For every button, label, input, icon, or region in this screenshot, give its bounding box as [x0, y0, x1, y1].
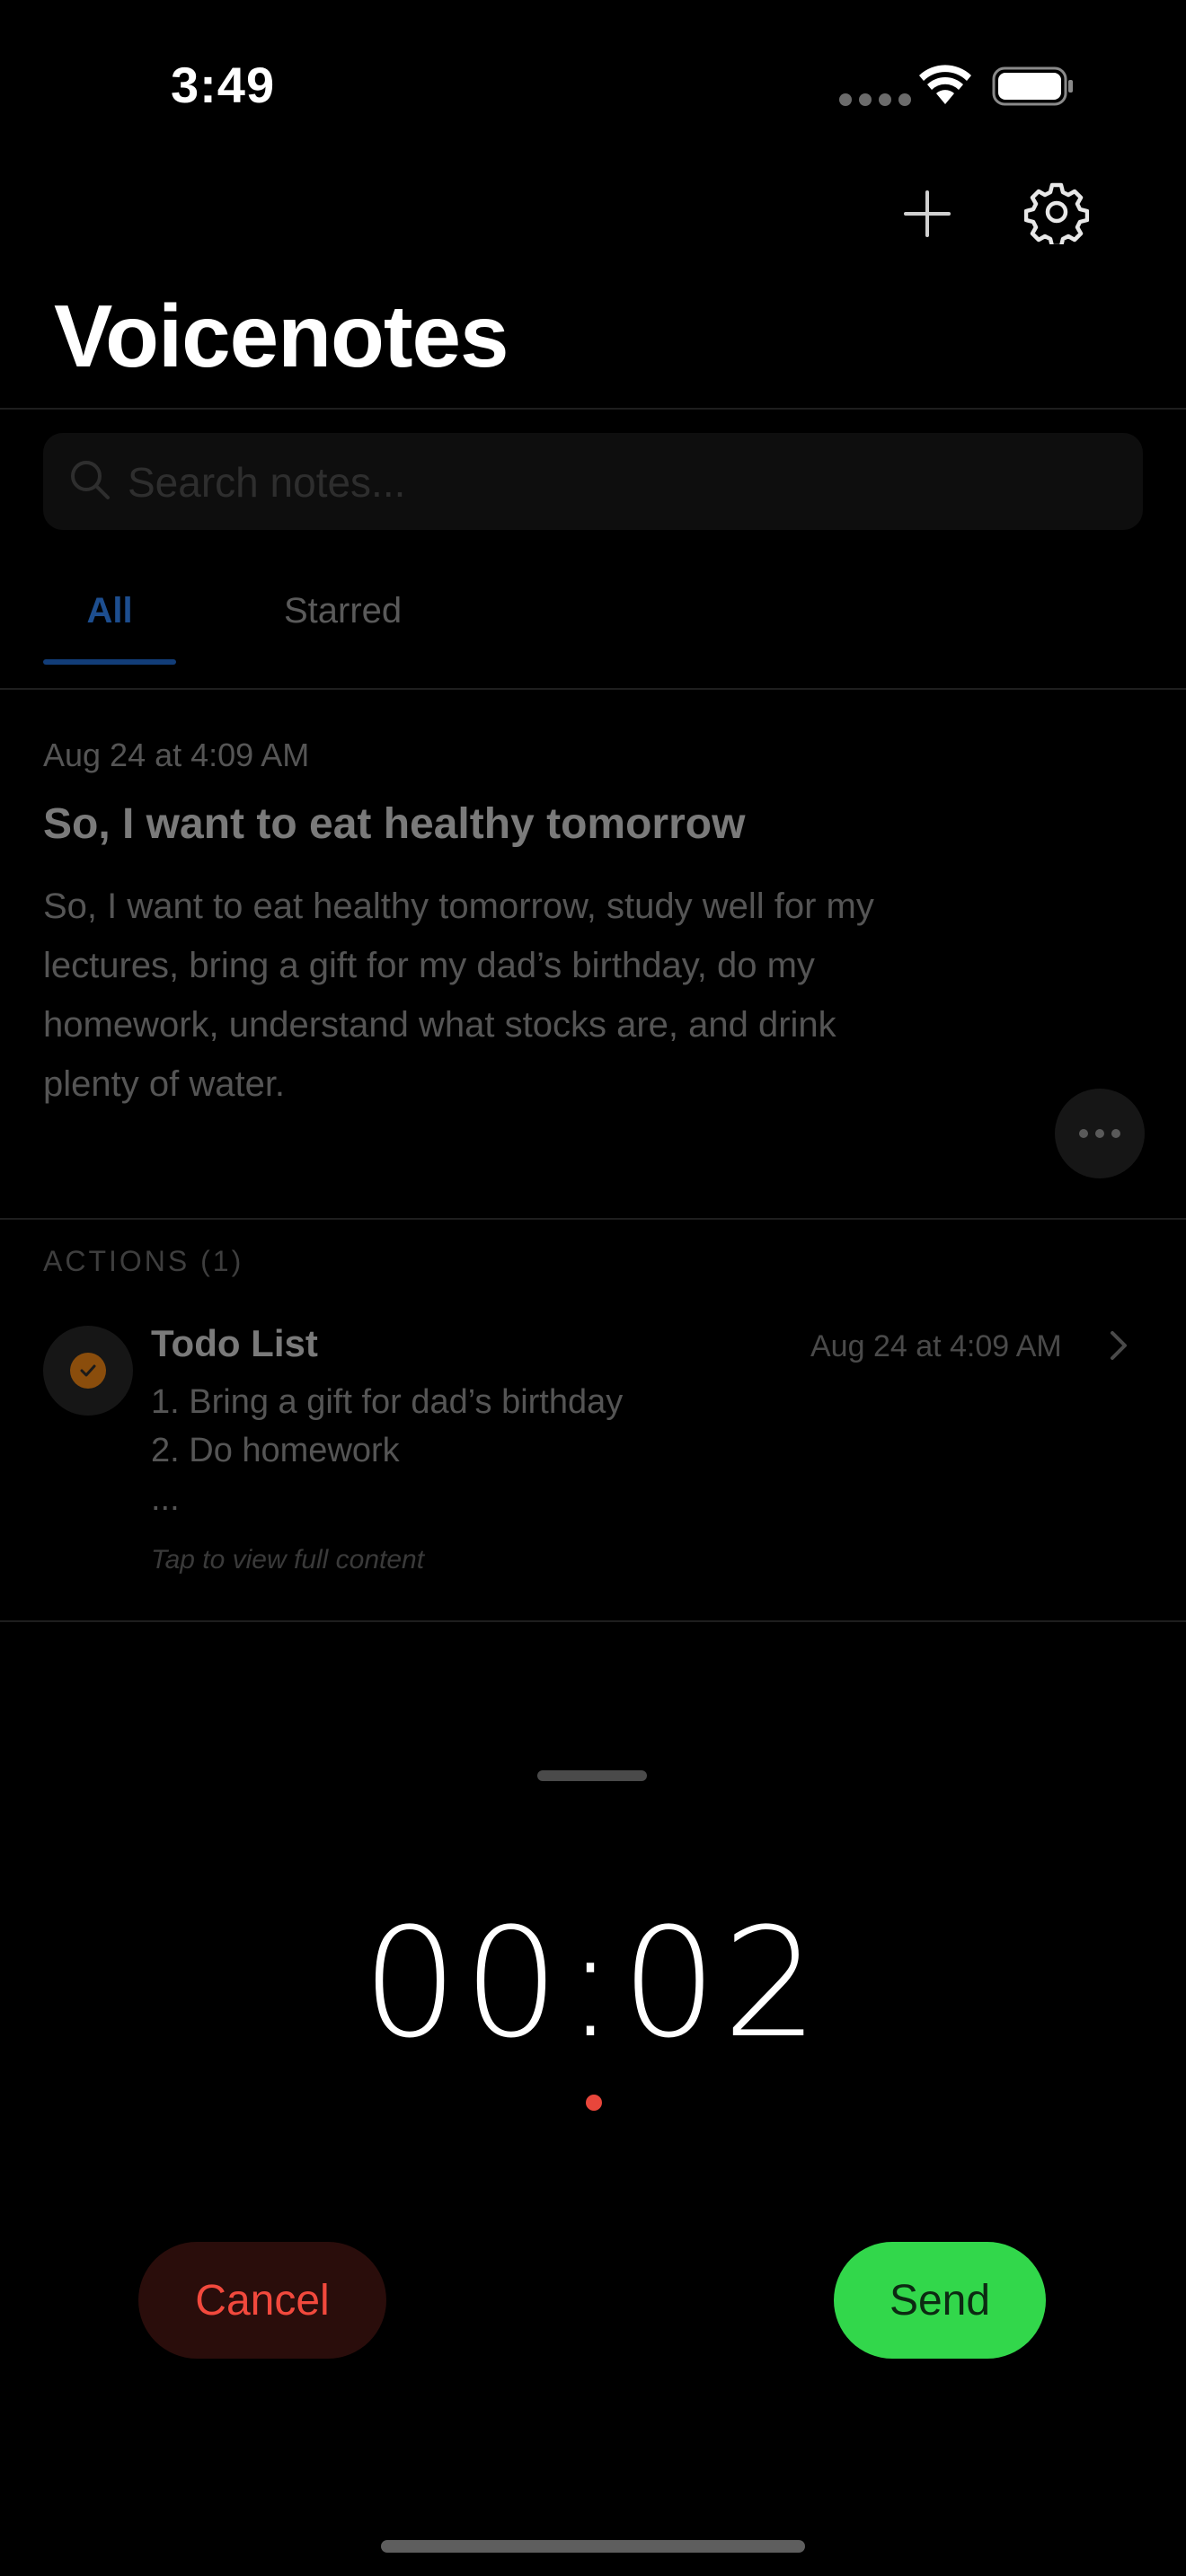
- search-input[interactable]: [126, 446, 1118, 519]
- note-body-line: plenty of water.: [43, 1064, 286, 1104]
- recording-indicator: [586, 2095, 602, 2111]
- note-body-line: lectures, bring a gift for my dad’s birt…: [43, 946, 815, 985]
- header-divider: [0, 408, 1186, 410]
- action-title: Todo List: [151, 1322, 318, 1364]
- actions-divider: [0, 1218, 1186, 1220]
- status-time: 3:49: [171, 57, 276, 113]
- page-title: Voicenotes: [54, 287, 509, 385]
- search-icon: [71, 461, 110, 499]
- list-divider: [0, 1620, 1186, 1622]
- more-dots-icon: [1079, 1129, 1088, 1138]
- action-hint: Tap to view full content: [151, 1545, 425, 1575]
- tab-all[interactable]: All: [43, 591, 176, 631]
- sheet-drag-handle[interactable]: [537, 1770, 647, 1781]
- action-date: Aug 24 at 4:09 AM: [810, 1329, 1062, 1363]
- action-line: 1. Bring a gift for dad’s birthday: [151, 1383, 624, 1421]
- note-body-line: So, I want to eat healthy tomorrow, stud…: [43, 887, 874, 926]
- tabs-divider: [0, 688, 1186, 690]
- cellular-signal-icon: [839, 93, 911, 106]
- send-button[interactable]: Send: [834, 2242, 1046, 2359]
- plus-icon[interactable]: [898, 185, 956, 243]
- home-indicator[interactable]: [381, 2540, 805, 2553]
- cancel-button[interactable]: Cancel: [138, 2242, 386, 2359]
- actions-header: ACTIONS (1): [43, 1245, 244, 1277]
- note-body: So, I want to eat healthy tomorrow, stud…: [43, 877, 1049, 1114]
- note-title: So, I want to eat healthy tomorrow: [43, 800, 746, 848]
- action-line: ...: [151, 1480, 180, 1518]
- note-date: Aug 24 at 4:09 AM: [43, 737, 310, 773]
- note-body-line: homework, understand what stocks are, an…: [43, 1005, 836, 1045]
- chevron-right-icon: [1111, 1331, 1127, 1360]
- more-options-button[interactable]: [1055, 1089, 1145, 1178]
- action-line: 2. Do homework: [151, 1432, 400, 1469]
- tab-starred[interactable]: Starred: [284, 591, 402, 631]
- gear-icon[interactable]: [1024, 180, 1089, 244]
- wifi-icon: [919, 65, 971, 104]
- active-tab-indicator: [43, 659, 176, 665]
- battery-icon: [992, 66, 1073, 106]
- todo-check-icon: [43, 1326, 133, 1416]
- recording-timer: 00:02: [361, 1895, 825, 2071]
